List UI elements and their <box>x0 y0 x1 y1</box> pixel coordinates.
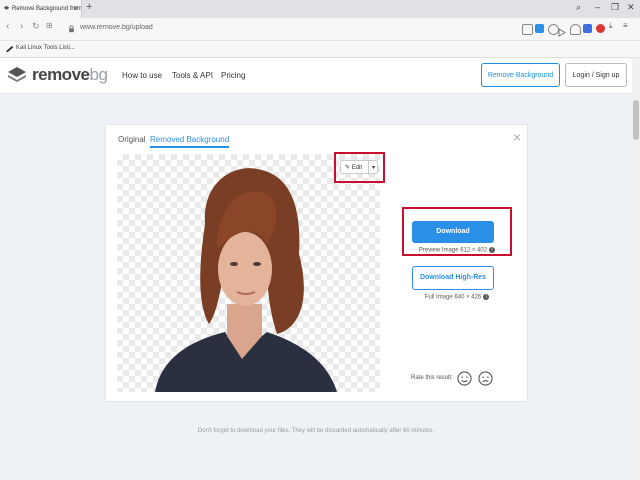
bookmarks-bar <box>0 41 640 58</box>
lock-icon <box>69 25 74 33</box>
info-icon[interactable]: i <box>489 247 496 253</box>
apps-grid-icon[interactable]: ⊞ <box>46 21 53 30</box>
kali-dragon-icon <box>5 45 14 53</box>
edit-dropdown-icon[interactable]: ▾ <box>368 161 375 175</box>
download-button[interactable]: Download <box>412 221 494 243</box>
cutout-portrait <box>155 168 337 392</box>
browser-tab[interactable]: Remove Background from <box>0 0 82 18</box>
adblock-icon[interactable] <box>596 24 605 33</box>
browser-tab-bar <box>0 0 640 18</box>
scrollbar-thumb[interactable] <box>633 100 639 140</box>
search-icon[interactable]: ⌕ <box>576 2 581 13</box>
info-icon[interactable]: i <box>483 294 490 300</box>
preview-size-text: Preview Image 612 × 402 <box>418 247 488 254</box>
smile-face-icon[interactable] <box>457 371 472 386</box>
remove-background-button[interactable]: Remove Background <box>481 63 560 87</box>
restore-icon[interactable]: ❐ <box>611 2 619 13</box>
back-icon[interactable]: ‹ <box>6 21 9 32</box>
frown-face-icon[interactable] <box>478 371 493 386</box>
menu-icon[interactable]: ≡ <box>623 21 628 30</box>
bookmark-kali-tools[interactable]: Kali Linux Tools Listi... <box>16 45 75 51</box>
forward-icon[interactable]: › <box>20 21 23 32</box>
site-logo[interactable]: removebg <box>32 65 108 85</box>
tab-title: Remove Background from <box>12 6 82 12</box>
close-window-icon[interactable]: ✕ <box>627 2 635 13</box>
edit-label: Edit <box>351 165 363 171</box>
discard-warning-note: Don't forget to download your files. The… <box>197 428 435 434</box>
login-signup-button[interactable]: Login / Sign up <box>565 63 627 87</box>
logo-suffix: bg <box>89 65 108 84</box>
full-size-text: Full Image 640 × 426 <box>424 294 482 301</box>
tab-removed-background[interactable]: Removed Background <box>150 135 230 148</box>
edit-button[interactable]: ✎ Edit ▾ <box>340 160 378 175</box>
logo-main: remove <box>32 65 90 84</box>
play-icon[interactable] <box>557 24 566 37</box>
minimize-icon[interactable]: – <box>595 2 600 12</box>
result-preview-image <box>117 154 380 392</box>
tab-close-icon[interactable]: × <box>73 3 78 13</box>
screenshot-icon[interactable] <box>522 24 533 35</box>
removebg-logo-icon <box>8 67 26 82</box>
download-icon[interactable]: ⤓ <box>609 21 613 31</box>
pencil-icon: ✎ <box>345 165 351 171</box>
url-field[interactable]: www.remove.bg/upload <box>80 24 153 31</box>
full-image-note: Full Image 640 × 426 i <box>402 294 512 301</box>
rate-result-label: Rate this result: <box>411 375 453 381</box>
close-card-icon[interactable]: × <box>513 129 521 145</box>
preview-image-note: Preview Image 612 × 402 i <box>402 247 512 254</box>
nav-tools-api[interactable]: Tools & API <box>172 71 213 80</box>
shield-icon[interactable] <box>535 24 544 33</box>
translate-icon[interactable] <box>583 24 592 33</box>
new-tab-icon[interactable]: + <box>86 1 92 13</box>
tab-original[interactable]: Original <box>118 135 146 144</box>
reload-icon[interactable]: ↻ <box>32 21 40 32</box>
nav-how-to-use[interactable]: How to use <box>122 71 162 80</box>
removebg-favicon-icon <box>3 5 10 10</box>
download-high-res-button[interactable]: Download High-Res <box>412 266 494 290</box>
heart-icon[interactable] <box>570 24 581 35</box>
nav-pricing[interactable]: Pricing <box>221 71 245 80</box>
